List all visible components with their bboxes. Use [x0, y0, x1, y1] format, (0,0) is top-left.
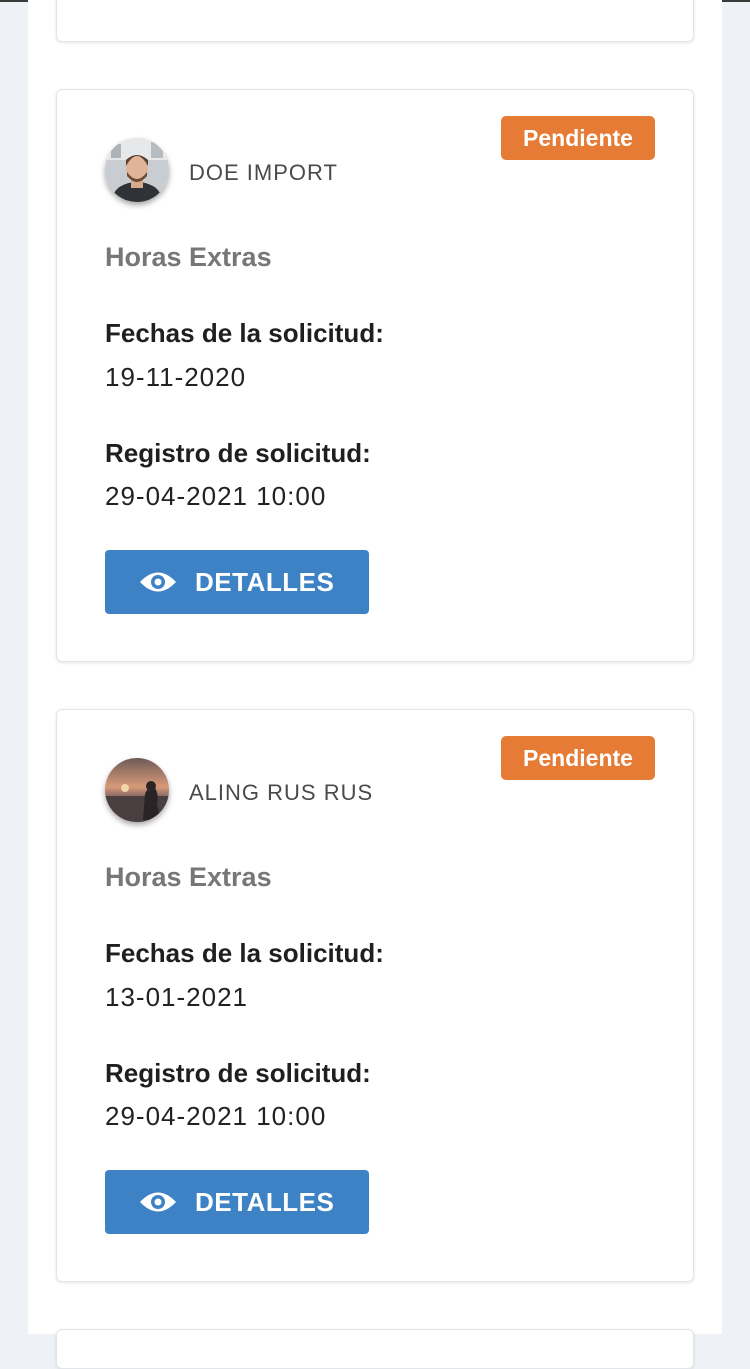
request-type: Horas Extras	[105, 862, 272, 892]
user-name: DOE IMPORT	[189, 160, 338, 185]
fechas-label: Fechas de la solicitud:	[105, 938, 384, 968]
eye-icon	[140, 1192, 176, 1212]
fechas-label: Fechas de la solicitud:	[105, 318, 384, 348]
avatar	[105, 138, 169, 202]
fechas-value: 19-11-2020	[105, 362, 247, 392]
status-badge: Pendiente	[501, 736, 655, 780]
registro-label: Registro de solicitud:	[105, 1058, 371, 1088]
user-name: ALING RUS RUS	[189, 780, 374, 805]
eye-icon	[140, 572, 176, 592]
avatar	[105, 758, 169, 822]
status-badge: Pendiente	[501, 116, 655, 160]
registro-value: 29-04-2021 10:00	[105, 481, 327, 511]
fechas-value: 13-01-2021	[105, 982, 248, 1012]
details-button-label: DETALLES	[195, 567, 335, 597]
details-button[interactable]: DETALLES	[105, 550, 369, 614]
request-card: Pendiente ALING RUS RUS Horas Extras Fec…	[56, 709, 694, 1282]
request-type: Horas Extras	[105, 242, 272, 272]
registro-value: 29-04-2021 10:00	[105, 1101, 327, 1131]
registro-label: Registro de solicitud:	[105, 438, 371, 468]
request-card-partial-bottom	[56, 1329, 694, 1369]
request-card-partial-top	[56, 0, 694, 42]
details-button[interactable]: DETALLES	[105, 1170, 369, 1234]
request-card: Pendiente DOE IMPORT Horas Extras Fechas…	[56, 89, 694, 662]
details-button-label: DETALLES	[195, 1187, 335, 1217]
